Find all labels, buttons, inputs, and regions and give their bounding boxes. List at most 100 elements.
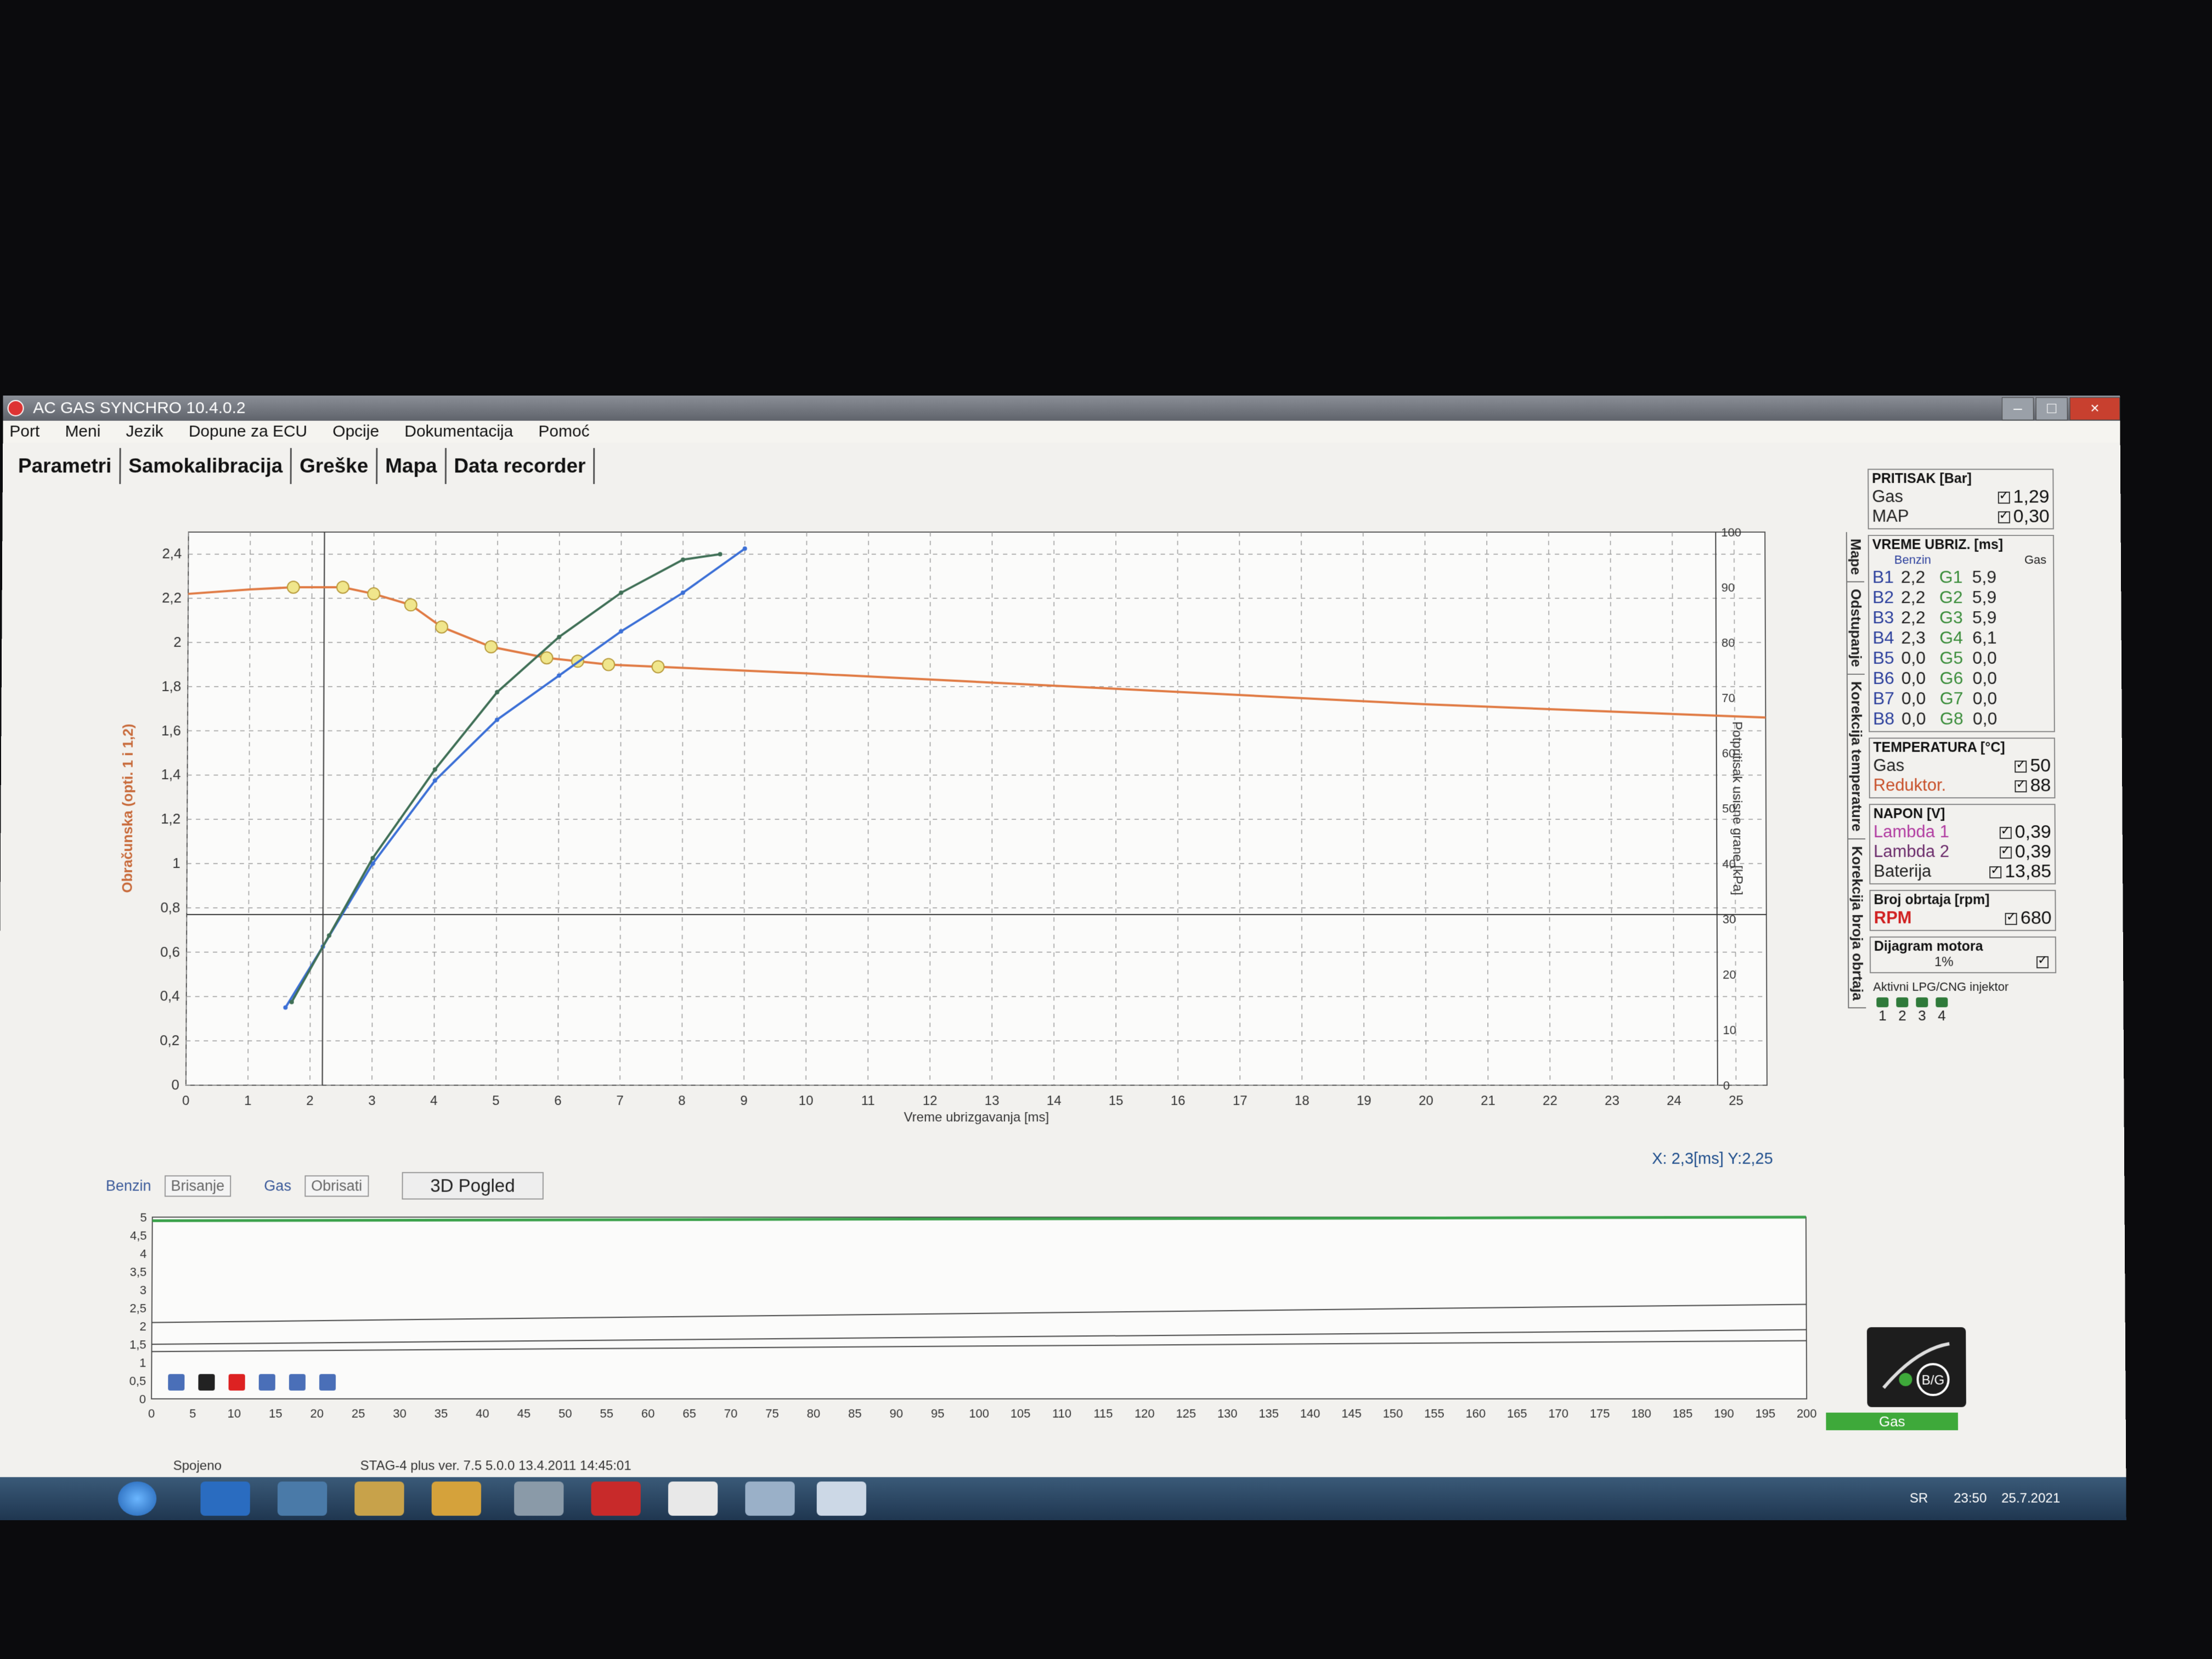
- x-tick-label: 8: [678, 1093, 685, 1108]
- lower-x-tick-label: 140: [1300, 1407, 1321, 1420]
- injector-4: 4: [1936, 997, 1948, 1024]
- benzin-inj-label: B7: [1872, 688, 1895, 708]
- gas-temp-label: Gas: [1873, 755, 1905, 775]
- ie-icon[interactable]: [200, 1481, 250, 1516]
- reduktor-temp-checkbox[interactable]: [2015, 780, 2027, 793]
- device-info: STAG-4 plus ver. 7.5 5.0.0 13.4.2011 14:…: [360, 1458, 631, 1474]
- start-button-icon[interactable]: [117, 1481, 157, 1516]
- tab-data-recorder[interactable]: Data recorder: [446, 448, 595, 484]
- gas-pressure-checkbox[interactable]: [1997, 492, 2010, 504]
- y2-tick-label: 0: [1723, 1079, 1730, 1092]
- minimize-button[interactable]: –: [2001, 397, 2034, 420]
- napon-group: NAPON [V] Lambda 1 0,39 Lambda 2 0,39 Bate…: [1869, 804, 2056, 885]
- benzin-inj-label: B8: [1873, 708, 1895, 729]
- side-tab-odstupanje[interactable]: Odstupanje: [1846, 582, 1865, 675]
- obrtaji-title: Broj obrtaja [rpm]: [1874, 892, 1990, 908]
- 3d-pogled-button[interactable]: 3D Pogled: [402, 1172, 544, 1200]
- opera-icon[interactable]: [591, 1481, 641, 1516]
- lower-x-tick-label: 110: [1052, 1407, 1071, 1420]
- tab-mapa[interactable]: Mapa: [377, 448, 447, 484]
- close-button[interactable]: ×: [2069, 397, 2120, 420]
- x-tick-label: 24: [1667, 1093, 1681, 1108]
- lower-x-tick-label: 200: [1797, 1407, 1817, 1420]
- menu-opcije[interactable]: Opcije: [332, 422, 379, 441]
- lower-x-tick-label: 70: [724, 1407, 738, 1420]
- y-tick-label: 0,6: [160, 945, 180, 960]
- tab-greske[interactable]: Greške: [292, 448, 378, 484]
- recorder-chart[interactable]: 00,511,522,533,544,550 5 10 15 20 25 30 35 40 45 5…: [108, 1206, 1824, 1443]
- series-marker: [436, 621, 448, 633]
- baterija-checkbox[interactable]: [1989, 866, 2002, 879]
- gas-inj-value: 5,9: [1972, 587, 1997, 607]
- app-icon[interactable]: [745, 1481, 795, 1516]
- menu-pomoc[interactable]: Pomoć: [538, 422, 589, 441]
- lower-x-tick-label: 100: [969, 1407, 989, 1420]
- map-chart[interactable]: 0 1 2 3 4 5 6 7 8 9 10 11 12 13 14 15 16 17 18 19 20 21 22 23 24…: [98, 510, 1816, 1146]
- temperatura-title: TEMPERATURA [°C]: [1873, 740, 2005, 755]
- media-player-icon[interactable]: [277, 1481, 328, 1516]
- x-tick-label: 7: [616, 1093, 623, 1108]
- clock-date: 25.7.2021: [2001, 1491, 2061, 1506]
- lower-y-tick-label: 3,5: [130, 1265, 147, 1279]
- lambda1-checkbox[interactable]: [1999, 827, 2012, 839]
- x-tick-label: 9: [740, 1093, 747, 1108]
- y-tick-label: 0: [171, 1077, 179, 1093]
- x-tick-label: 23: [1605, 1093, 1620, 1108]
- notepad-icon[interactable]: [514, 1481, 564, 1516]
- lambda2-label: Lambda 2: [1874, 842, 1950, 861]
- x-tick-label: 13: [985, 1093, 1000, 1108]
- maximize-button[interactable]: □: [2035, 397, 2068, 420]
- x-tick-label: 5: [492, 1093, 499, 1108]
- injektori-title: Aktivni LPG/CNG injektor: [1873, 979, 2009, 994]
- clock-time: 23:50: [1954, 1491, 1987, 1506]
- vreme-group: VREME UBRIZ. [ms] Benzin Gas B1 2,2 G1 5,9 B2…: [1867, 534, 2055, 732]
- lower-x-tick-label: 160: [1465, 1407, 1486, 1420]
- menu-meni[interactable]: Meni: [65, 422, 100, 441]
- menu-port[interactable]: Port: [9, 422, 40, 441]
- lambda2-checkbox[interactable]: [1999, 847, 2012, 859]
- series-point: [494, 718, 500, 722]
- series-point: [618, 629, 623, 634]
- y-tick-label: 1,6: [161, 723, 181, 738]
- dijagram-checkbox[interactable]: [2036, 956, 2049, 968]
- chrome-icon[interactable]: [431, 1481, 482, 1516]
- x-tick-label: 14: [1047, 1093, 1062, 1108]
- gas-inj-label: G8: [1939, 708, 1963, 729]
- menu-jezik[interactable]: Jezik: [126, 422, 163, 441]
- dijagram-title: Dijagram motora: [1874, 939, 1983, 955]
- logo-label: B/G: [1922, 1373, 1945, 1388]
- x-tick-label: 6: [554, 1093, 561, 1108]
- lambda2-value: 0,39: [2015, 840, 2052, 862]
- series-marker: [602, 658, 614, 670]
- document-icon[interactable]: [668, 1481, 718, 1516]
- recorder-marker-icon: [258, 1374, 275, 1391]
- gas-temp-value: 50: [2030, 754, 2051, 776]
- tab-samokalibracija[interactable]: Samokalibracija: [121, 448, 292, 484]
- side-tab-korekcija-temperature[interactable]: Korekcija temperature: [1846, 675, 1866, 840]
- rpm-checkbox[interactable]: [2005, 913, 2017, 926]
- baterija-label: Baterija: [1874, 861, 1932, 881]
- tab-parametri[interactable]: Parametri: [10, 448, 121, 484]
- lower-x-tick-label: 90: [890, 1407, 904, 1420]
- benzin-inj-value: 0,0: [1901, 688, 1926, 708]
- lower-x-tick-label: 155: [1424, 1407, 1444, 1420]
- series-point: [718, 552, 723, 557]
- series-marker: [337, 581, 349, 593]
- ac-gas-taskbar-icon[interactable]: [816, 1481, 867, 1516]
- side-tab-korekcija-obrtaja[interactable]: Korekcija broja obrtaja: [1847, 839, 1866, 1008]
- gas-temp-checkbox[interactable]: [2015, 760, 2027, 773]
- side-tab-mape[interactable]: Mape: [1846, 532, 1865, 583]
- brisanje-button[interactable]: Brisanje: [164, 1175, 232, 1197]
- map-pressure-checkbox[interactable]: [1997, 511, 2010, 524]
- x-tick-label: 18: [1295, 1093, 1310, 1108]
- obrisati-button[interactable]: Obrisati: [304, 1175, 369, 1197]
- menu-dokumentacija[interactable]: Dokumentacija: [404, 422, 513, 441]
- series-point: [495, 690, 500, 695]
- menu-dopune[interactable]: Dopune za ECU: [189, 422, 307, 441]
- language-indicator[interactable]: SR: [1910, 1491, 1928, 1506]
- benzin-head: Benzin: [1894, 552, 1931, 567]
- x-tick-label: 16: [1171, 1093, 1186, 1108]
- explorer-icon[interactable]: [354, 1481, 404, 1516]
- dijagram-group: Dijagram motora 1%: [1869, 936, 2057, 973]
- injektori-group: Aktivni LPG/CNG injektor 1 2 3 4: [1870, 979, 2056, 1026]
